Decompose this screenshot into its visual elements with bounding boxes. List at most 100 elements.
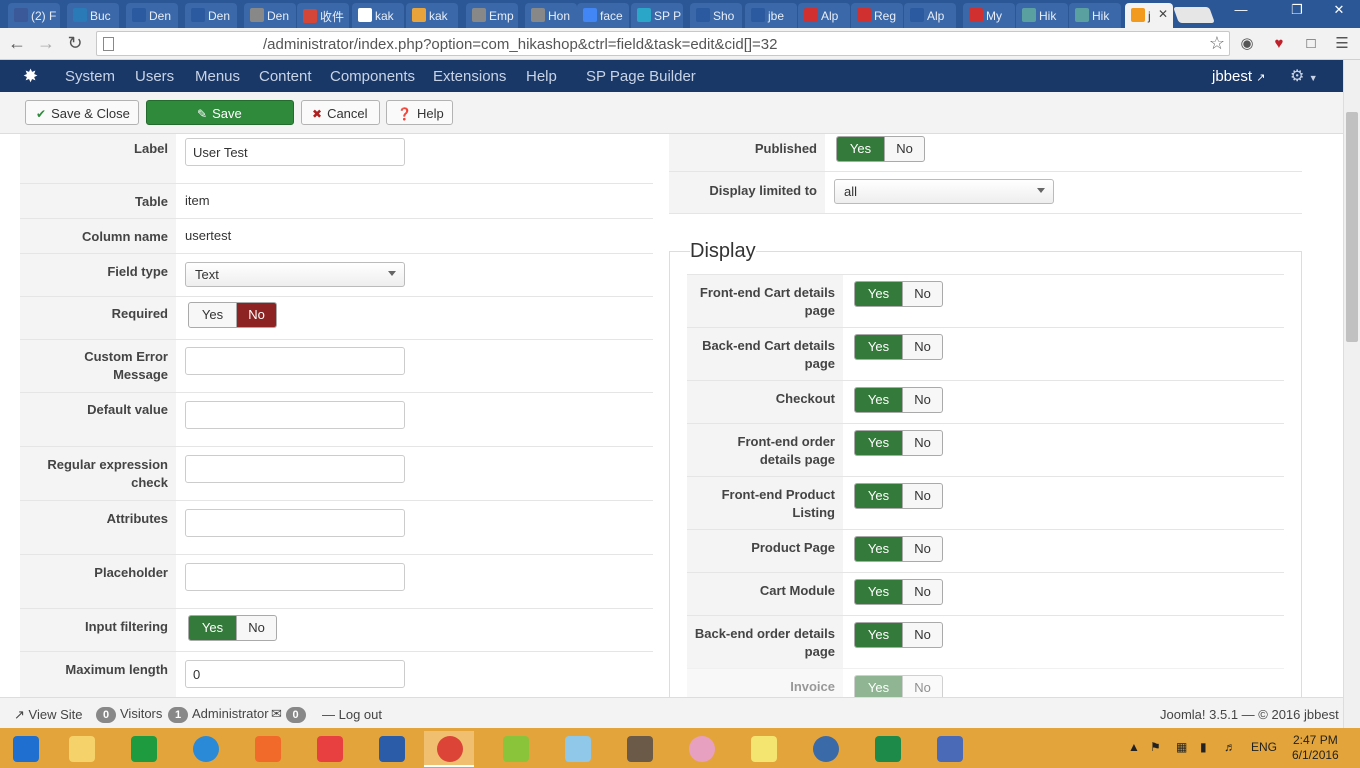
menu-extensions[interactable]: Extensions xyxy=(433,68,506,85)
gear-icon[interactable]: ⚙ ▼ xyxy=(1290,66,1318,86)
browser-tab[interactable]: My xyxy=(963,3,1015,28)
display-row-toggle[interactable]: Yes No xyxy=(854,675,943,697)
browser-tab[interactable]: SP P xyxy=(631,3,683,28)
default-value-input[interactable] xyxy=(185,401,405,429)
taskbar-xampp[interactable] xyxy=(242,731,292,767)
max-length-input[interactable]: 0 xyxy=(185,660,405,688)
logout-link[interactable]: — Log out xyxy=(322,707,382,722)
field-type-select[interactable]: Text xyxy=(185,262,405,287)
display-row-no[interactable]: No xyxy=(902,335,942,359)
browser-tab[interactable]: kak xyxy=(406,3,458,28)
browser-tab[interactable]: Emp xyxy=(466,3,518,28)
taskbar-spreadsheet[interactable] xyxy=(862,731,912,767)
forward-icon[interactable]: → xyxy=(35,32,57,54)
screen-capture-icon[interactable]: □ xyxy=(1301,34,1321,54)
display-row-yes[interactable]: Yes xyxy=(855,282,902,306)
back-icon[interactable]: ← xyxy=(6,32,28,54)
taskbar-virtualbox[interactable] xyxy=(366,731,416,767)
menu-components[interactable]: Components xyxy=(330,68,415,85)
save-close-button[interactable]: ✔ Save & Close xyxy=(25,100,139,125)
address-url[interactable]: /administrator/index.php?option=com_hika… xyxy=(263,36,777,53)
display-row-no[interactable]: No xyxy=(902,282,942,306)
browser-tab[interactable]: (2) F xyxy=(8,3,60,28)
display-row-yes[interactable]: Yes xyxy=(855,537,902,561)
browser-tab[interactable]: Sho xyxy=(690,3,742,28)
taskbar-paint[interactable] xyxy=(676,731,726,767)
display-row-toggle[interactable]: Yes No xyxy=(854,483,943,509)
attributes-input[interactable] xyxy=(185,509,405,537)
taskbar-sticky-notes[interactable] xyxy=(738,731,788,767)
browser-tab[interactable]: Buc xyxy=(67,3,119,28)
browser-tab[interactable]: j ✕ xyxy=(1125,3,1173,28)
display-row-yes[interactable]: Yes xyxy=(855,388,902,412)
browser-tab[interactable]: Alp xyxy=(904,3,956,28)
tray-signal-icon[interactable]: ▮ xyxy=(1200,740,1207,754)
display-row-yes[interactable]: Yes xyxy=(855,623,902,647)
browser-tab[interactable]: Hik xyxy=(1069,3,1121,28)
published-no[interactable]: No xyxy=(884,137,924,161)
browser-tab[interactable]: kak xyxy=(352,3,404,28)
browser-tab[interactable]: 收件 xyxy=(297,3,349,28)
display-row-yes[interactable]: Yes xyxy=(855,580,902,604)
display-row-toggle[interactable]: Yes No xyxy=(854,430,943,456)
display-row-yes[interactable]: Yes xyxy=(855,335,902,359)
menu-system[interactable]: System xyxy=(65,68,115,85)
taskbar-chrome[interactable] xyxy=(424,731,474,767)
menu-content[interactable]: Content xyxy=(259,68,312,85)
taskbar-remote-desktop[interactable] xyxy=(924,731,974,767)
required-toggle[interactable]: Yes No xyxy=(188,302,277,328)
display-limited-select[interactable]: all xyxy=(834,179,1054,204)
camera-icon[interactable]: ◉ xyxy=(1237,34,1257,54)
display-row-yes[interactable]: Yes xyxy=(855,431,902,455)
display-row-toggle[interactable]: Yes No xyxy=(854,334,943,360)
maximize-button[interactable]: ❐ xyxy=(1278,0,1316,20)
browser-menu-icon[interactable]: ☰ xyxy=(1332,34,1352,54)
custom-error-input[interactable] xyxy=(185,347,405,375)
taskbar-file-explorer[interactable] xyxy=(56,731,106,767)
browser-tab[interactable]: face xyxy=(577,3,629,28)
messages-status[interactable]: ✉ 0 xyxy=(271,706,310,723)
required-no[interactable]: No xyxy=(236,303,276,327)
taskbar-gimp[interactable] xyxy=(614,731,664,767)
browser-tab[interactable]: Den xyxy=(185,3,237,28)
display-row-yes[interactable]: Yes xyxy=(855,484,902,508)
pocket-icon[interactable]: ♥ xyxy=(1269,34,1289,54)
tray-network-icon[interactable]: ▦ xyxy=(1176,740,1187,754)
user-link[interactable]: jbbest ↗ xyxy=(1212,68,1265,85)
browser-tab[interactable]: Hon xyxy=(525,3,577,28)
display-row-no[interactable]: No xyxy=(902,676,942,697)
browser-tab[interactable]: Alp xyxy=(798,3,850,28)
display-row-toggle[interactable]: Yes No xyxy=(854,579,943,605)
display-row-toggle[interactable]: Yes No xyxy=(854,387,943,413)
display-row-no[interactable]: No xyxy=(902,484,942,508)
browser-tab[interactable]: Hik xyxy=(1016,3,1068,28)
tray-language[interactable]: ENG xyxy=(1251,740,1277,754)
browser-tab[interactable]: jbe xyxy=(745,3,797,28)
published-toggle[interactable]: Yes No xyxy=(836,136,925,162)
display-row-no[interactable]: No xyxy=(902,580,942,604)
tray-volume-icon[interactable]: ♬ xyxy=(1224,740,1236,754)
browser-tab[interactable]: Den xyxy=(244,3,296,28)
tray-chevron-up-icon[interactable]: ▲ xyxy=(1128,740,1140,754)
taskbar-thunderbird[interactable] xyxy=(800,731,850,767)
cancel-button[interactable]: ✖ Cancel xyxy=(301,100,380,125)
tab-close-icon[interactable]: ✕ xyxy=(1158,7,1168,21)
taskbar-snipping[interactable] xyxy=(304,731,354,767)
display-row-no[interactable]: No xyxy=(902,388,942,412)
input-filtering-yes[interactable]: Yes xyxy=(189,616,236,640)
joomla-logo-icon[interactable]: ✸ xyxy=(23,67,41,85)
page-scrollbar[interactable] xyxy=(1343,60,1360,728)
address-bar[interactable]: /administrator/index.php?option=com_hika… xyxy=(96,31,1230,56)
required-yes[interactable]: Yes xyxy=(189,303,236,327)
tray-clock[interactable]: 2:47 PM 6/1/2016 xyxy=(1292,733,1339,763)
taskbar-notepad-plus[interactable] xyxy=(490,731,540,767)
display-row-yes[interactable]: Yes xyxy=(855,676,902,697)
minimize-button[interactable]: — xyxy=(1222,0,1260,20)
view-site-link[interactable]: ↗ View Site xyxy=(14,707,83,723)
display-row-no[interactable]: No xyxy=(902,623,942,647)
placeholder-input[interactable] xyxy=(185,563,405,591)
display-row-no[interactable]: No xyxy=(902,537,942,561)
save-button[interactable]: ✎ Save xyxy=(146,100,294,125)
browser-tab[interactable]: Den xyxy=(126,3,178,28)
scrollbar-thumb[interactable] xyxy=(1346,112,1358,342)
